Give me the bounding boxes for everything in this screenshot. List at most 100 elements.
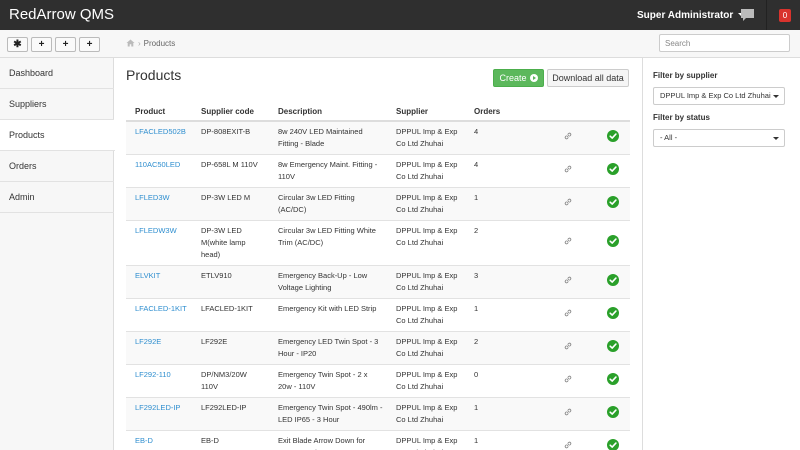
col-header-supplier-code[interactable]: Supplier code xyxy=(192,103,269,122)
link-icon[interactable] xyxy=(564,375,572,383)
product-link[interactable]: 110AC50LED xyxy=(135,160,180,169)
product-cell: LF292E xyxy=(126,331,192,365)
link-icon[interactable] xyxy=(564,132,572,140)
link-icon[interactable] xyxy=(564,309,572,317)
description-cell: Emergency LED Twin Spot - 3 Hour - IP20 xyxy=(269,331,387,365)
status-cell xyxy=(595,265,630,299)
supplier-cell: DPPUL Imp & Exp Co Ltd Zhuhai xyxy=(387,298,465,332)
check-circle-icon xyxy=(606,196,619,208)
sidebar-item-dashboard[interactable]: Dashboard xyxy=(0,58,114,89)
link-icon[interactable] xyxy=(564,165,572,173)
supplier-code-cell: DP-3W LED M(white lamp head) xyxy=(192,220,269,266)
check-circle-icon xyxy=(606,163,619,175)
user-menu[interactable]: Super Administrator xyxy=(637,10,747,21)
product-cell: LFACLED-1KIT xyxy=(126,298,192,332)
product-link[interactable]: LF292LED-IP xyxy=(135,403,180,412)
products-table: Product Supplier code Description Suppli… xyxy=(126,103,630,450)
product-cell: ELVKIT xyxy=(126,265,192,299)
quick-add-button-1[interactable]: + xyxy=(31,37,52,52)
filter-supplier-value: DPPUL Imp & Exp Co Ltd Zhuhai xyxy=(660,91,771,100)
supplier-cell: DPPUL Imp & Exp Co Ltd Zhuhai xyxy=(387,154,465,188)
quick-settings-button[interactable]: ✱ xyxy=(7,37,28,52)
description-cell: Circular 3w LED Fitting (AC/DC) xyxy=(269,187,387,221)
download-all-button[interactable]: Download all data xyxy=(547,69,629,87)
create-button-label: Create xyxy=(499,73,527,83)
table-row: LF292E LF292E Emergency LED Twin Spot - 3 … xyxy=(126,331,630,365)
status-cell xyxy=(595,120,630,155)
table-row: EB-DEB-DExit Blade Arrow Down for LFAC50… xyxy=(126,430,630,450)
home-icon[interactable] xyxy=(126,39,135,47)
link-icon[interactable] xyxy=(564,441,572,449)
table-body: LFACLED502B DP-808EXIT-B 8w 240V LED Maint… xyxy=(126,120,630,450)
table-row: LFLED3W DP-3W LED M Circular 3w LED Fittin… xyxy=(126,187,630,221)
product-link[interactable]: ELVKIT xyxy=(135,271,160,280)
description-cell: 8w 240V LED Maintained Fitting - Blade xyxy=(269,120,387,155)
sidebar-item-admin[interactable]: Admin xyxy=(0,182,114,213)
description-cell: Emergency Twin Spot - 2 x 20w - 110V xyxy=(269,364,387,398)
status-cell xyxy=(595,364,630,398)
supplier-cell: DPPUL Imp & Exp Co Ltd Zhuhai xyxy=(387,364,465,398)
create-button[interactable]: Create xyxy=(493,69,544,87)
description-cell: Emergency Back-Up - Low Voltage Lighting xyxy=(269,265,387,299)
product-link[interactable]: LFACLED502B xyxy=(135,127,186,136)
sidebar: Dashboard Suppliers Products Orders Admi… xyxy=(0,58,115,450)
supplier-cell: DPPUL Imp & Exp Co Ltd Zhuhai xyxy=(387,397,465,431)
orders-cell: 2 xyxy=(465,331,540,365)
product-link[interactable]: LFACLED-1KIT xyxy=(135,304,187,313)
sidebar-item-suppliers[interactable]: Suppliers xyxy=(0,89,114,120)
link-icon[interactable] xyxy=(564,342,572,350)
check-circle-icon xyxy=(606,406,619,418)
description-cell: Emergency Twin Spot - 490lm - LED IP65 -… xyxy=(269,397,387,431)
col-header-description[interactable]: Description xyxy=(269,103,387,122)
orders-cell: 1 xyxy=(465,187,540,221)
caret-down-icon xyxy=(773,137,779,140)
link-icon[interactable] xyxy=(564,237,572,245)
col-header-product[interactable]: Product xyxy=(126,103,192,122)
link-icon[interactable] xyxy=(564,276,572,284)
link-cell xyxy=(540,154,595,188)
quick-action-group: ✱ + + + xyxy=(7,37,101,52)
quick-add-button-2[interactable]: + xyxy=(55,37,76,52)
product-link[interactable]: LF292E xyxy=(135,337,161,346)
description-cell: 8w Emergency Maint. Fitting - 110V xyxy=(269,154,387,188)
supplier-cell: DPPUL Imp & Exp Co Ltd Zhuhai xyxy=(387,331,465,365)
product-cell: EB-D xyxy=(126,430,192,450)
check-circle-icon xyxy=(606,439,619,450)
caret-down-icon xyxy=(773,95,779,98)
chat-icon[interactable] xyxy=(740,8,755,22)
supplier-code-cell: LF292E xyxy=(192,331,269,365)
app-title[interactable]: RedArrow QMS xyxy=(9,6,114,23)
link-cell xyxy=(540,120,595,155)
orders-cell: 1 xyxy=(465,397,540,431)
nav-divider xyxy=(766,0,767,30)
link-icon[interactable] xyxy=(564,198,572,206)
table-row: LFLEDW3W DP-3W LED M(white lamp head) Circ… xyxy=(126,220,630,266)
supplier-cell: DPPUL Imp & Exp Co Ltd Zhuhai xyxy=(387,265,465,299)
link-cell xyxy=(540,331,595,365)
supplier-code-cell: DP-3W LED M xyxy=(192,187,269,221)
product-link[interactable]: EB-D xyxy=(135,436,153,445)
sidebar-item-orders[interactable]: Orders xyxy=(0,151,114,182)
status-cell xyxy=(595,220,630,266)
col-header-link xyxy=(540,103,595,122)
filter-supplier-select[interactable]: DPPUL Imp & Exp Co Ltd Zhuhai xyxy=(653,87,785,105)
description-cell: Emergency Kit with LED Strip xyxy=(269,298,387,332)
col-header-supplier[interactable]: Supplier xyxy=(387,103,465,122)
product-link[interactable]: LFLEDW3W xyxy=(135,226,177,235)
status-cell xyxy=(595,430,630,450)
sidebar-item-products[interactable]: Products xyxy=(0,120,115,151)
check-circle-icon xyxy=(606,373,619,385)
product-link[interactable]: LF292-110 xyxy=(135,370,171,379)
breadcrumb-separator: › xyxy=(138,39,141,48)
filter-status-select[interactable]: - All - xyxy=(653,129,785,147)
table-row: LFACLED502B DP-808EXIT-B 8w 240V LED Maint… xyxy=(126,120,630,155)
link-icon[interactable] xyxy=(564,408,572,416)
filter-status-label: Filter by status xyxy=(653,113,710,122)
product-link[interactable]: LFLED3W xyxy=(135,193,170,202)
table-row: ELVKIT ETLV910 Emergency Back-Up - Low Vol… xyxy=(126,265,630,299)
status-cell xyxy=(595,397,630,431)
notification-badge[interactable]: 0 xyxy=(779,9,791,22)
col-header-orders[interactable]: Orders xyxy=(465,103,540,122)
search-input[interactable] xyxy=(659,34,790,52)
quick-add-button-3[interactable]: + xyxy=(79,37,100,52)
